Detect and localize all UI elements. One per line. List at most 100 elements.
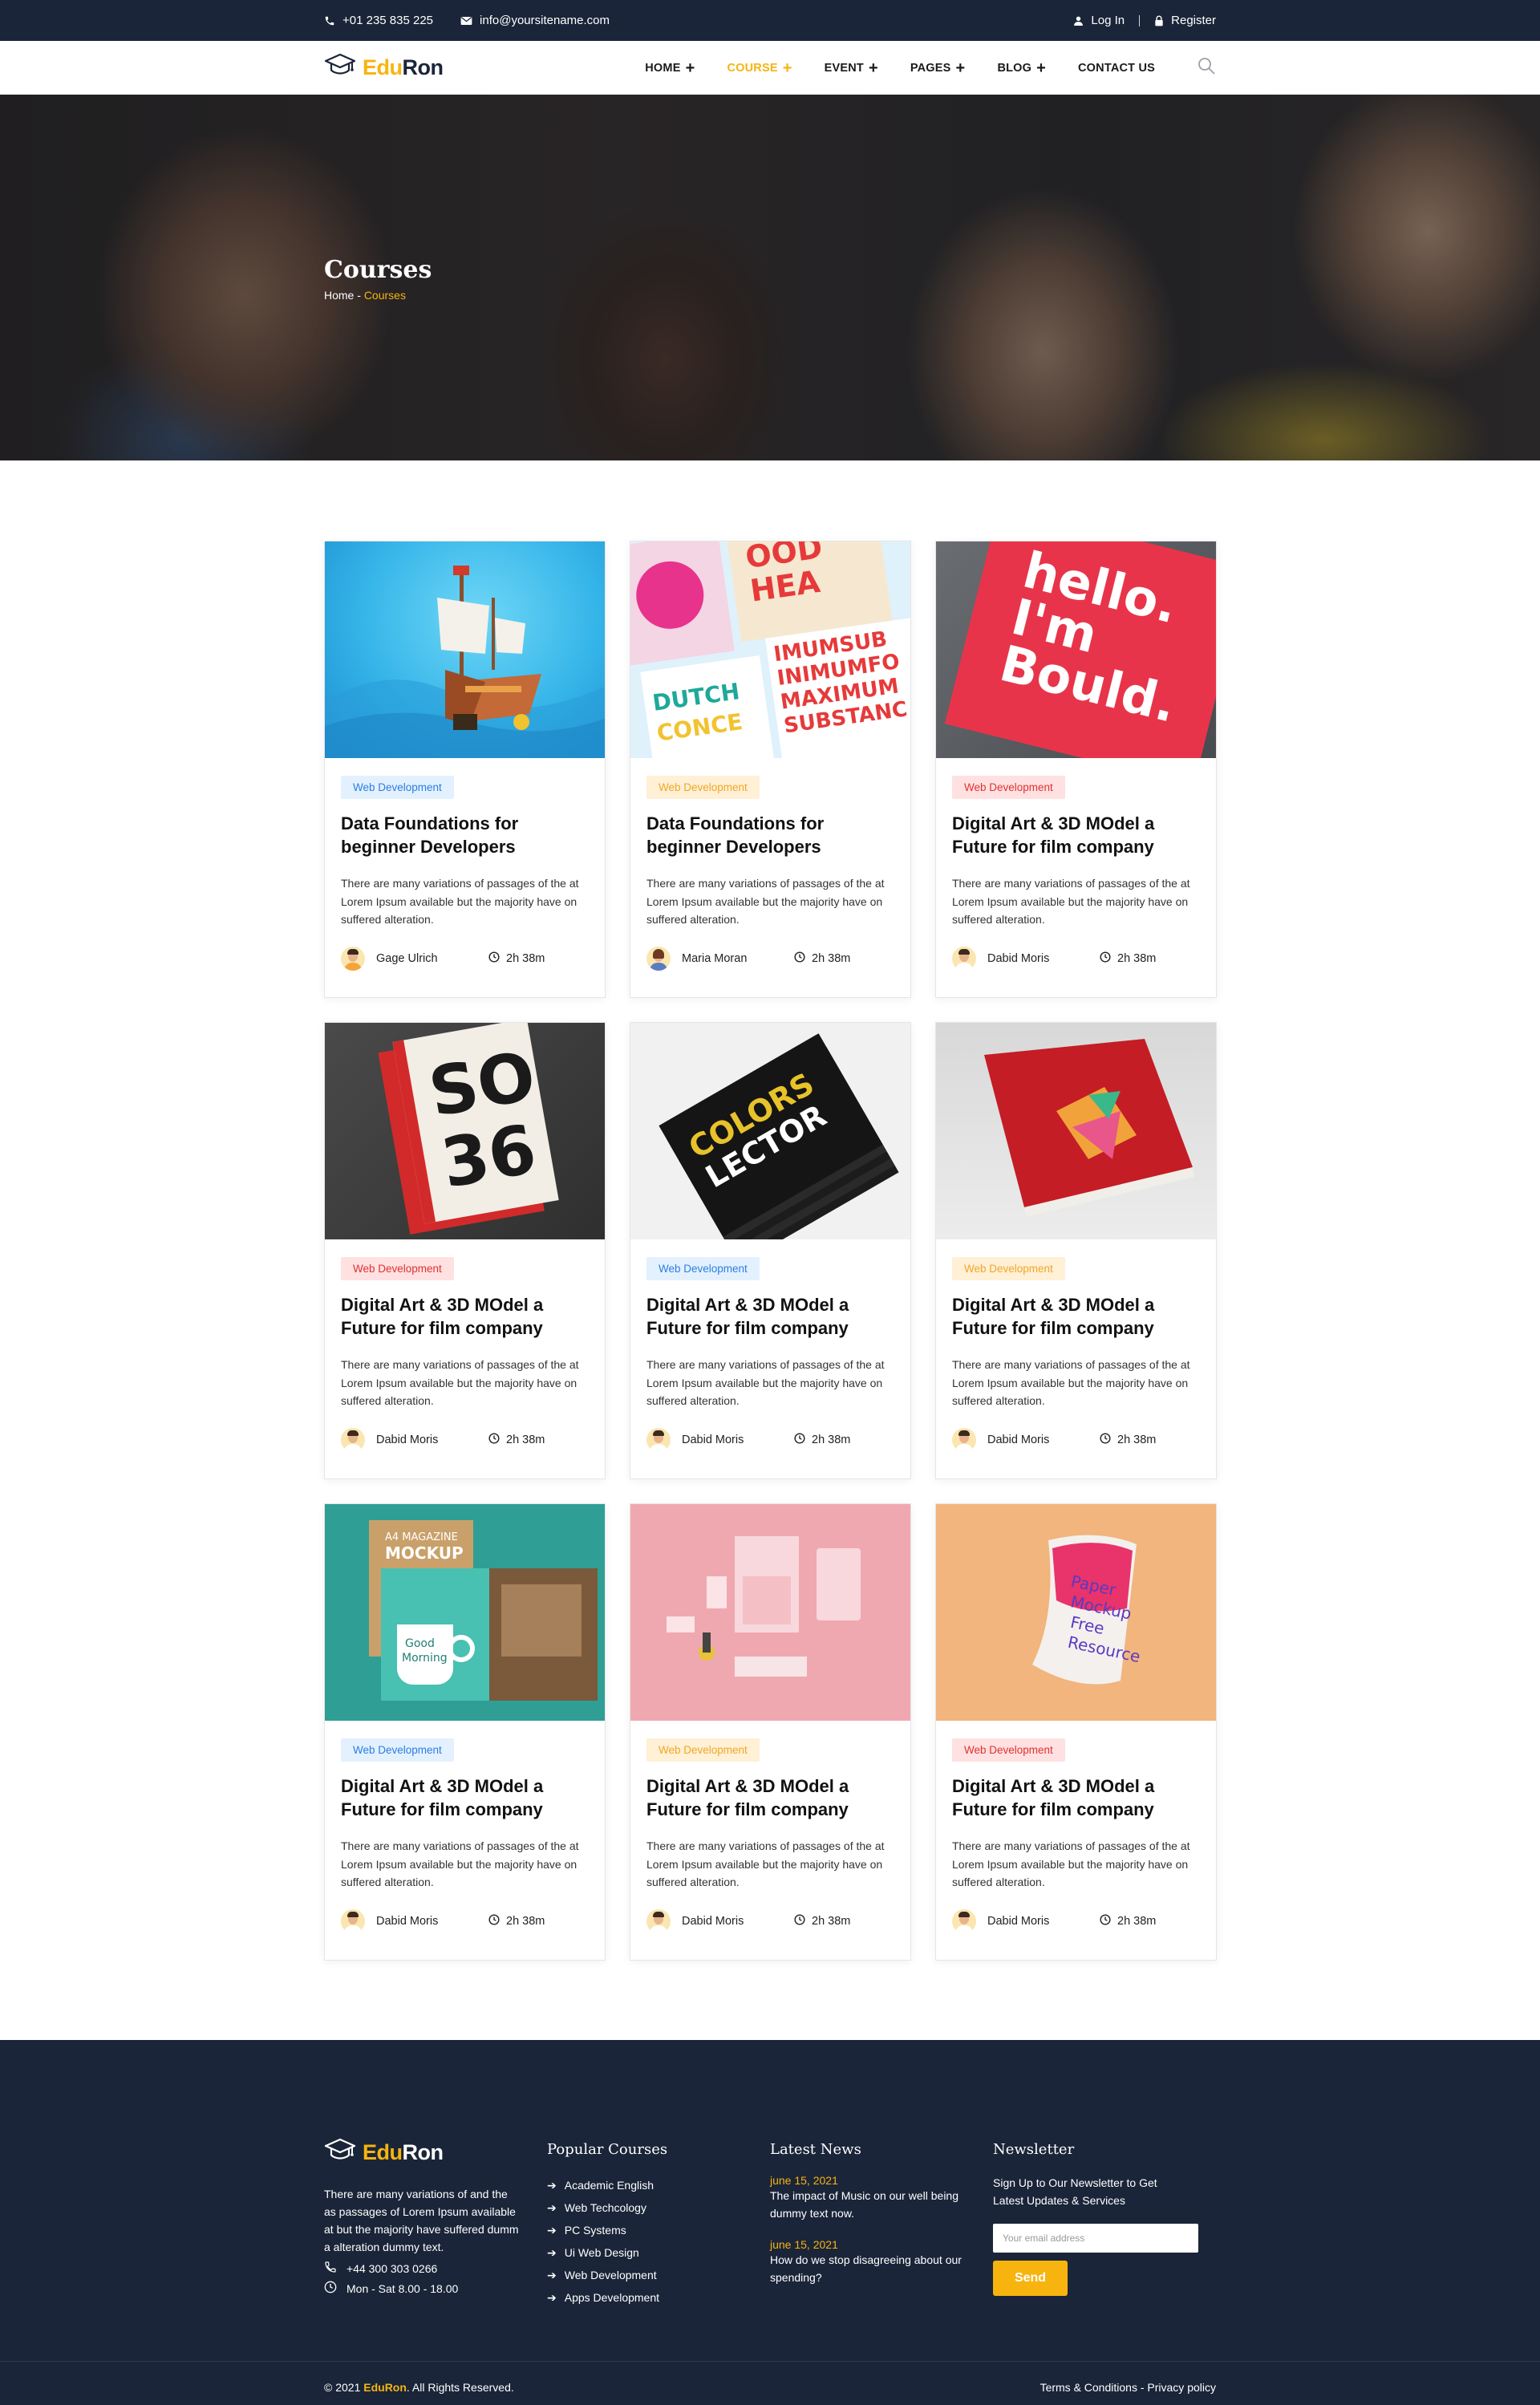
category-badge[interactable]: Web Development <box>952 776 1065 799</box>
hello-im-bould-book-image[interactable]: hello. I'm Bould. <box>936 541 1216 758</box>
course-author[interactable]: Dabid Moris <box>646 1908 794 1933</box>
course-author[interactable]: Dabid Moris <box>952 1427 1100 1452</box>
clock-icon <box>794 951 805 966</box>
course-card[interactable]: hello. I'm Bould. Web Development Digita… <box>935 541 1217 998</box>
course-title[interactable]: Digital Art & 3D MOdel a Future for film… <box>952 1774 1200 1821</box>
newsletter-email-input[interactable] <box>993 2224 1198 2253</box>
footer-link[interactable]: ➔ Web Techcology <box>547 2196 770 2219</box>
login-link[interactable]: Log In <box>1073 14 1125 27</box>
category-badge[interactable]: Web Development <box>646 1738 760 1762</box>
course-card[interactable]: COLORS LECTOR Web Development Digital Ar… <box>630 1022 911 1479</box>
arrow-right-icon: ➔ <box>547 2178 557 2192</box>
nav-item-home[interactable]: HOME + <box>645 60 695 76</box>
site-logo[interactable]: EduRon <box>324 51 444 84</box>
footer-link[interactable]: ➔ Ui Web Design <box>547 2241 770 2264</box>
nav-item-pages[interactable]: PAGES + <box>910 60 966 76</box>
magazine-mockup-image[interactable]: A4 MAGAZINE MOCKUP Good Morning <box>325 1504 605 1721</box>
courses-grid: Web Development Data Foundations for beg… <box>324 541 1217 1961</box>
footer-link[interactable]: ➔ Academic English <box>547 2174 770 2196</box>
nav-label: EVENT <box>824 61 864 75</box>
clock-icon <box>1100 1913 1111 1928</box>
course-duration: 2h 38m <box>794 1432 850 1447</box>
course-description: There are many variations of passages of… <box>952 877 1190 926</box>
course-card[interactable]: Web Development Digital Art & 3D MOdel a… <box>630 1503 911 1961</box>
course-author[interactable]: Dabid Moris <box>952 946 1100 971</box>
course-title[interactable]: Digital Art & 3D MOdel a Future for film… <box>341 1774 589 1821</box>
course-author[interactable]: Dabid Moris <box>341 1908 488 1933</box>
course-title[interactable]: Digital Art & 3D MOdel a Future for film… <box>646 1774 894 1821</box>
pirate-ship-image[interactable] <box>325 541 605 758</box>
arrow-right-icon: ➔ <box>547 2223 557 2237</box>
news-title[interactable]: The impact of Music on our well being du… <box>770 2187 979 2222</box>
category-badge[interactable]: Web Development <box>341 776 454 799</box>
footer-link[interactable]: ➔ Web Development <box>547 2264 770 2286</box>
so-36-book-image[interactable]: SO 36 <box>325 1023 605 1239</box>
clock-icon <box>488 1913 500 1928</box>
category-badge[interactable]: Web Development <box>341 1738 454 1762</box>
course-card[interactable]: Web Development Digital Art & 3D MOdel a… <box>935 1022 1217 1479</box>
footer-logo[interactable]: EduRon <box>324 2136 547 2169</box>
avatar <box>341 946 365 971</box>
topbar-phone-text: +01 235 835 225 <box>342 14 434 27</box>
register-label: Register <box>1171 14 1216 27</box>
duration-text: 2h 38m <box>812 1914 851 1928</box>
register-link[interactable]: Register <box>1154 14 1216 27</box>
course-card[interactable]: SO 36 Web Development Digital Art & 3D M… <box>324 1022 606 1479</box>
nav-item-blog[interactable]: BLOG + <box>997 60 1046 76</box>
colors-lector-books-image[interactable]: COLORS LECTOR <box>630 1023 910 1239</box>
nav-item-course[interactable]: COURSE + <box>727 60 792 76</box>
course-description: There are many variations of passages of… <box>952 1839 1190 1888</box>
course-title[interactable]: Data Foundations for beginner Developers <box>646 812 894 858</box>
category-badge[interactable]: Web Development <box>646 776 760 799</box>
course-card[interactable]: A4 MAGAZINE MOCKUP Good Morning Web Deve… <box>324 1503 606 1961</box>
course-title[interactable]: Digital Art & 3D MOdel a Future for film… <box>952 812 1200 858</box>
magazine-text: MOCKUP <box>385 1543 464 1563</box>
course-title[interactable]: Digital Art & 3D MOdel a Future for film… <box>646 1293 894 1340</box>
plus-icon: + <box>955 59 966 77</box>
category-badge[interactable]: Web Development <box>952 1738 1065 1762</box>
terms-link[interactable]: Terms & Conditions <box>1040 2381 1137 2394</box>
duration-text: 2h 38m <box>1117 1433 1157 1446</box>
paper-mockup-image[interactable]: Paper Mockup Free Resource <box>936 1504 1216 1721</box>
nav-item-event[interactable]: EVENT + <box>825 60 878 76</box>
copyright-suffix: . All Rights Reserved. <box>406 2381 514 2394</box>
category-badge[interactable]: Web Development <box>952 1257 1065 1280</box>
arrow-right-icon: ➔ <box>547 2200 557 2214</box>
plus-icon: + <box>782 59 792 77</box>
course-card[interactable]: Web Development Data Foundations for beg… <box>324 541 606 998</box>
course-author[interactable]: Dabid Moris <box>646 1427 794 1452</box>
course-card[interactable]: Paper Mockup Free Resource Web Developme… <box>935 1503 1217 1961</box>
course-author[interactable]: Maria Moran <box>646 946 794 971</box>
plus-icon: + <box>868 59 878 77</box>
course-author[interactable]: Dabid Moris <box>341 1427 488 1452</box>
typography-posters-image[interactable]: OOD HEA DUTCH CONCE IMUMSUB INIMUMFO MAX… <box>630 541 910 758</box>
free-book-mockup-image[interactable] <box>936 1023 1216 1239</box>
breadcrumb-current: Courses <box>363 289 406 302</box>
search-icon[interactable] <box>1197 56 1216 79</box>
nav-label: HOME <box>645 61 681 75</box>
footer-phone[interactable]: +44 300 303 0266 <box>324 2261 547 2276</box>
logo-text-ron: Ron <box>402 2140 444 2164</box>
avatar <box>341 1427 365 1452</box>
clock-icon <box>324 2281 337 2296</box>
topbar-phone[interactable]: +01 235 835 225 <box>324 14 433 27</box>
course-title[interactable]: Digital Art & 3D MOdel a Future for film… <box>952 1293 1200 1340</box>
stationery-mockup-image[interactable] <box>630 1504 910 1721</box>
send-button[interactable]: Send <box>993 2261 1068 2296</box>
category-badge[interactable]: Web Development <box>341 1257 454 1280</box>
category-badge[interactable]: Web Development <box>646 1257 760 1280</box>
course-author[interactable]: Dabid Moris <box>952 1908 1100 1933</box>
topbar-email-text: info@yoursitename.com <box>480 14 610 27</box>
news-title[interactable]: How do we stop disagreeing about our spe… <box>770 2251 979 2286</box>
breadcrumb-home[interactable]: Home <box>324 289 354 302</box>
course-title[interactable]: Digital Art & 3D MOdel a Future for film… <box>341 1293 589 1340</box>
course-card[interactable]: OOD HEA DUTCH CONCE IMUMSUB INIMUMFO MAX… <box>630 541 911 998</box>
topbar-email[interactable]: info@yoursitename.com <box>460 14 610 27</box>
privacy-link[interactable]: Privacy policy <box>1147 2381 1216 2394</box>
nav-item-contact[interactable]: CONTACT US <box>1078 62 1155 75</box>
course-title[interactable]: Data Foundations for beginner Developers <box>341 812 589 858</box>
course-duration: 2h 38m <box>794 1913 851 1928</box>
footer-link[interactable]: ➔ PC Systems <box>547 2219 770 2241</box>
footer-link[interactable]: ➔ Apps Development <box>547 2286 770 2309</box>
course-author[interactable]: Gage Ulrich <box>341 946 488 971</box>
